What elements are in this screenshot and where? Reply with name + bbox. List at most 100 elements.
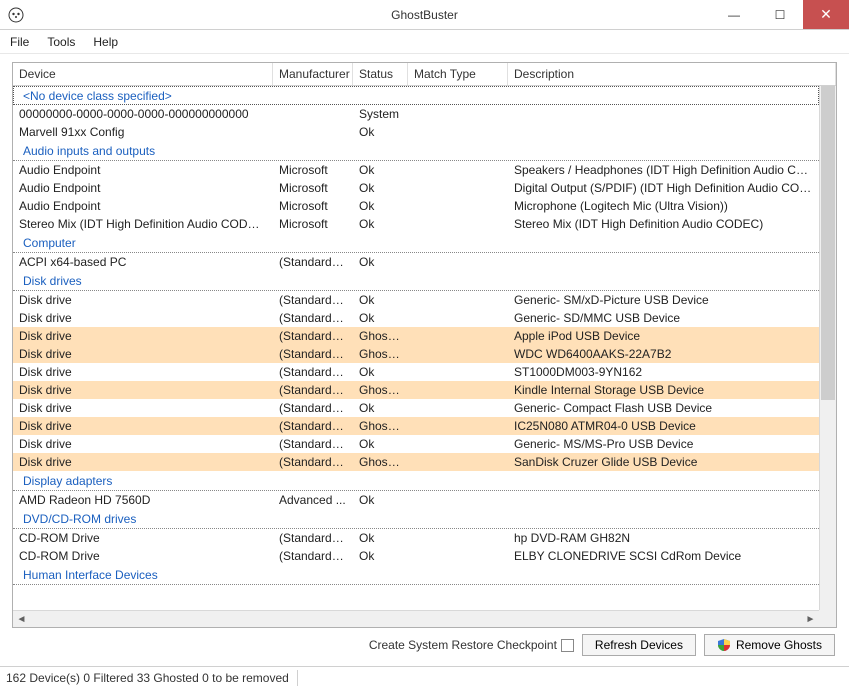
menu-tools[interactable]: Tools [47,35,75,49]
cell [408,309,508,327]
col-match-type[interactable]: Match Type [408,63,508,85]
cell: Disk drive [13,435,273,453]
grid-header: Device Manufacturer Status Match Type De… [13,63,836,86]
cell [408,547,508,565]
cell [408,381,508,399]
cell: (Standard C... [273,547,353,565]
table-row[interactable]: Disk drive(Standard di...GhostedWDC WD64… [13,345,819,363]
cell: Disk drive [13,327,273,345]
cell [408,435,508,453]
table-row[interactable]: Disk drive(Standard di...Ghosted IC25N080… [13,417,819,435]
cell [273,123,353,141]
col-description[interactable]: Description [508,63,836,85]
cell: Digital Output (S/PDIF) (IDT High Defini… [508,179,819,197]
cell: (Standard di... [273,453,353,471]
cell [408,491,508,509]
cell: Microsoft [273,179,353,197]
table-row[interactable]: CD-ROM Drive(Standard C...Okhp DVD-RAM G… [13,529,819,547]
scroll-right-icon[interactable]: ► [802,614,819,625]
table-row[interactable]: ACPI x64-based PC(Standard c...Ok [13,253,819,271]
cell: Ghosted [353,381,408,399]
remove-ghosts-button[interactable]: Remove Ghosts [704,634,835,656]
table-row[interactable]: AMD Radeon HD 7560DAdvanced ...Ok [13,491,819,509]
cell [408,161,508,179]
cell: Generic- Compact Flash USB Device [508,399,819,417]
cell: Disk drive [13,417,273,435]
col-manufacturer[interactable]: Manufacturer [273,63,353,85]
table-row[interactable]: Audio EndpointMicrosoftOkDigital Output … [13,179,819,197]
cell: Ok [353,161,408,179]
cell: Ok [353,491,408,509]
table-row[interactable]: Disk drive(Standard di...OkST1000DM003-9… [13,363,819,381]
cell: (Standard di... [273,435,353,453]
cell [408,105,508,123]
group-header[interactable]: Human Interface Devices [13,565,819,585]
maximize-button[interactable]: ☐ [757,0,803,29]
vertical-scrollbar[interactable] [819,86,836,610]
group-header[interactable]: Disk drives [13,271,819,291]
cell: Generic- MS/MS-Pro USB Device [508,435,819,453]
menu-help[interactable]: Help [93,35,118,49]
scroll-left-icon[interactable]: ◄ [13,614,30,625]
scrollbar-thumb[interactable] [821,86,835,400]
menubar: File Tools Help [0,30,849,54]
app-icon [8,7,24,23]
group-header[interactable]: Audio inputs and outputs [13,141,819,161]
cell: CD-ROM Drive [13,547,273,565]
cell: Ok [353,363,408,381]
cell [408,327,508,345]
restore-checkpoint-text: Create System Restore Checkpoint [369,638,557,652]
cell: Disk drive [13,291,273,309]
cell [408,123,508,141]
cell: (Standard di... [273,363,353,381]
table-row[interactable]: 00000000-0000-0000-0000-000000000000Syst… [13,105,819,123]
cell [273,105,353,123]
restore-checkpoint-checkbox[interactable] [561,639,574,652]
window-title: GhostBuster [391,8,458,22]
cell: ELBY CLONEDRIVE SCSI CdRom Device [508,547,819,565]
table-row[interactable]: Audio EndpointMicrosoftOkSpeakers / Head… [13,161,819,179]
cell: Ghosted [353,453,408,471]
cell: IC25N080 ATMR04-0 USB Device [508,417,819,435]
table-row[interactable]: Stereo Mix (IDT High Definition Audio CO… [13,215,819,233]
table-row[interactable]: Disk drive(Standard di...OkGeneric- SM/x… [13,291,819,309]
cell: Disk drive [13,309,273,327]
table-row[interactable]: Disk drive(Standard di...OkGeneric- MS/M… [13,435,819,453]
table-row[interactable]: Disk drive(Standard di...OkGeneric- Comp… [13,399,819,417]
group-header[interactable]: <No device class specified> [13,86,819,105]
table-row[interactable]: CD-ROM Drive(Standard C...OkELBY CLONEDR… [13,547,819,565]
cell: Ghosted [353,417,408,435]
table-row[interactable]: Marvell 91xx ConfigOk [13,123,819,141]
minimize-button[interactable]: — [711,0,757,29]
cell: Ok [353,123,408,141]
restore-checkpoint-label[interactable]: Create System Restore Checkpoint [369,638,574,652]
refresh-devices-button[interactable]: Refresh Devices [582,634,696,656]
table-row[interactable]: Disk drive(Standard di...GhostedKindle I… [13,381,819,399]
table-row[interactable]: Audio EndpointMicrosoftOkMicrophone (Log… [13,197,819,215]
col-status[interactable]: Status [353,63,408,85]
cell: Ok [353,197,408,215]
group-header[interactable]: Computer [13,233,819,253]
cell: (Standard di... [273,417,353,435]
cell: AMD Radeon HD 7560D [13,491,273,509]
cell [408,399,508,417]
cell: Microsoft [273,161,353,179]
group-header[interactable]: Display adapters [13,471,819,491]
cell: Ok [353,291,408,309]
cell: Ok [353,215,408,233]
cell [408,253,508,271]
cell: (Standard di... [273,309,353,327]
uac-shield-icon [717,638,731,652]
cell: Generic- SM/xD-Picture USB Device [508,291,819,309]
table-row[interactable]: Disk drive(Standard di...GhostedApple iP… [13,327,819,345]
horizontal-scrollbar[interactable]: ◄ ► [13,610,819,627]
menu-file[interactable]: File [10,35,29,49]
close-button[interactable]: ✕ [803,0,849,29]
cell: Audio Endpoint [13,197,273,215]
cell: Ok [353,399,408,417]
col-device[interactable]: Device [13,63,273,85]
cell: Audio Endpoint [13,179,273,197]
table-row[interactable]: Disk drive(Standard di...OkGeneric- SD/M… [13,309,819,327]
group-header[interactable]: DVD/CD-ROM drives [13,509,819,529]
table-row[interactable]: Disk drive(Standard di...GhostedSanDisk … [13,453,819,471]
